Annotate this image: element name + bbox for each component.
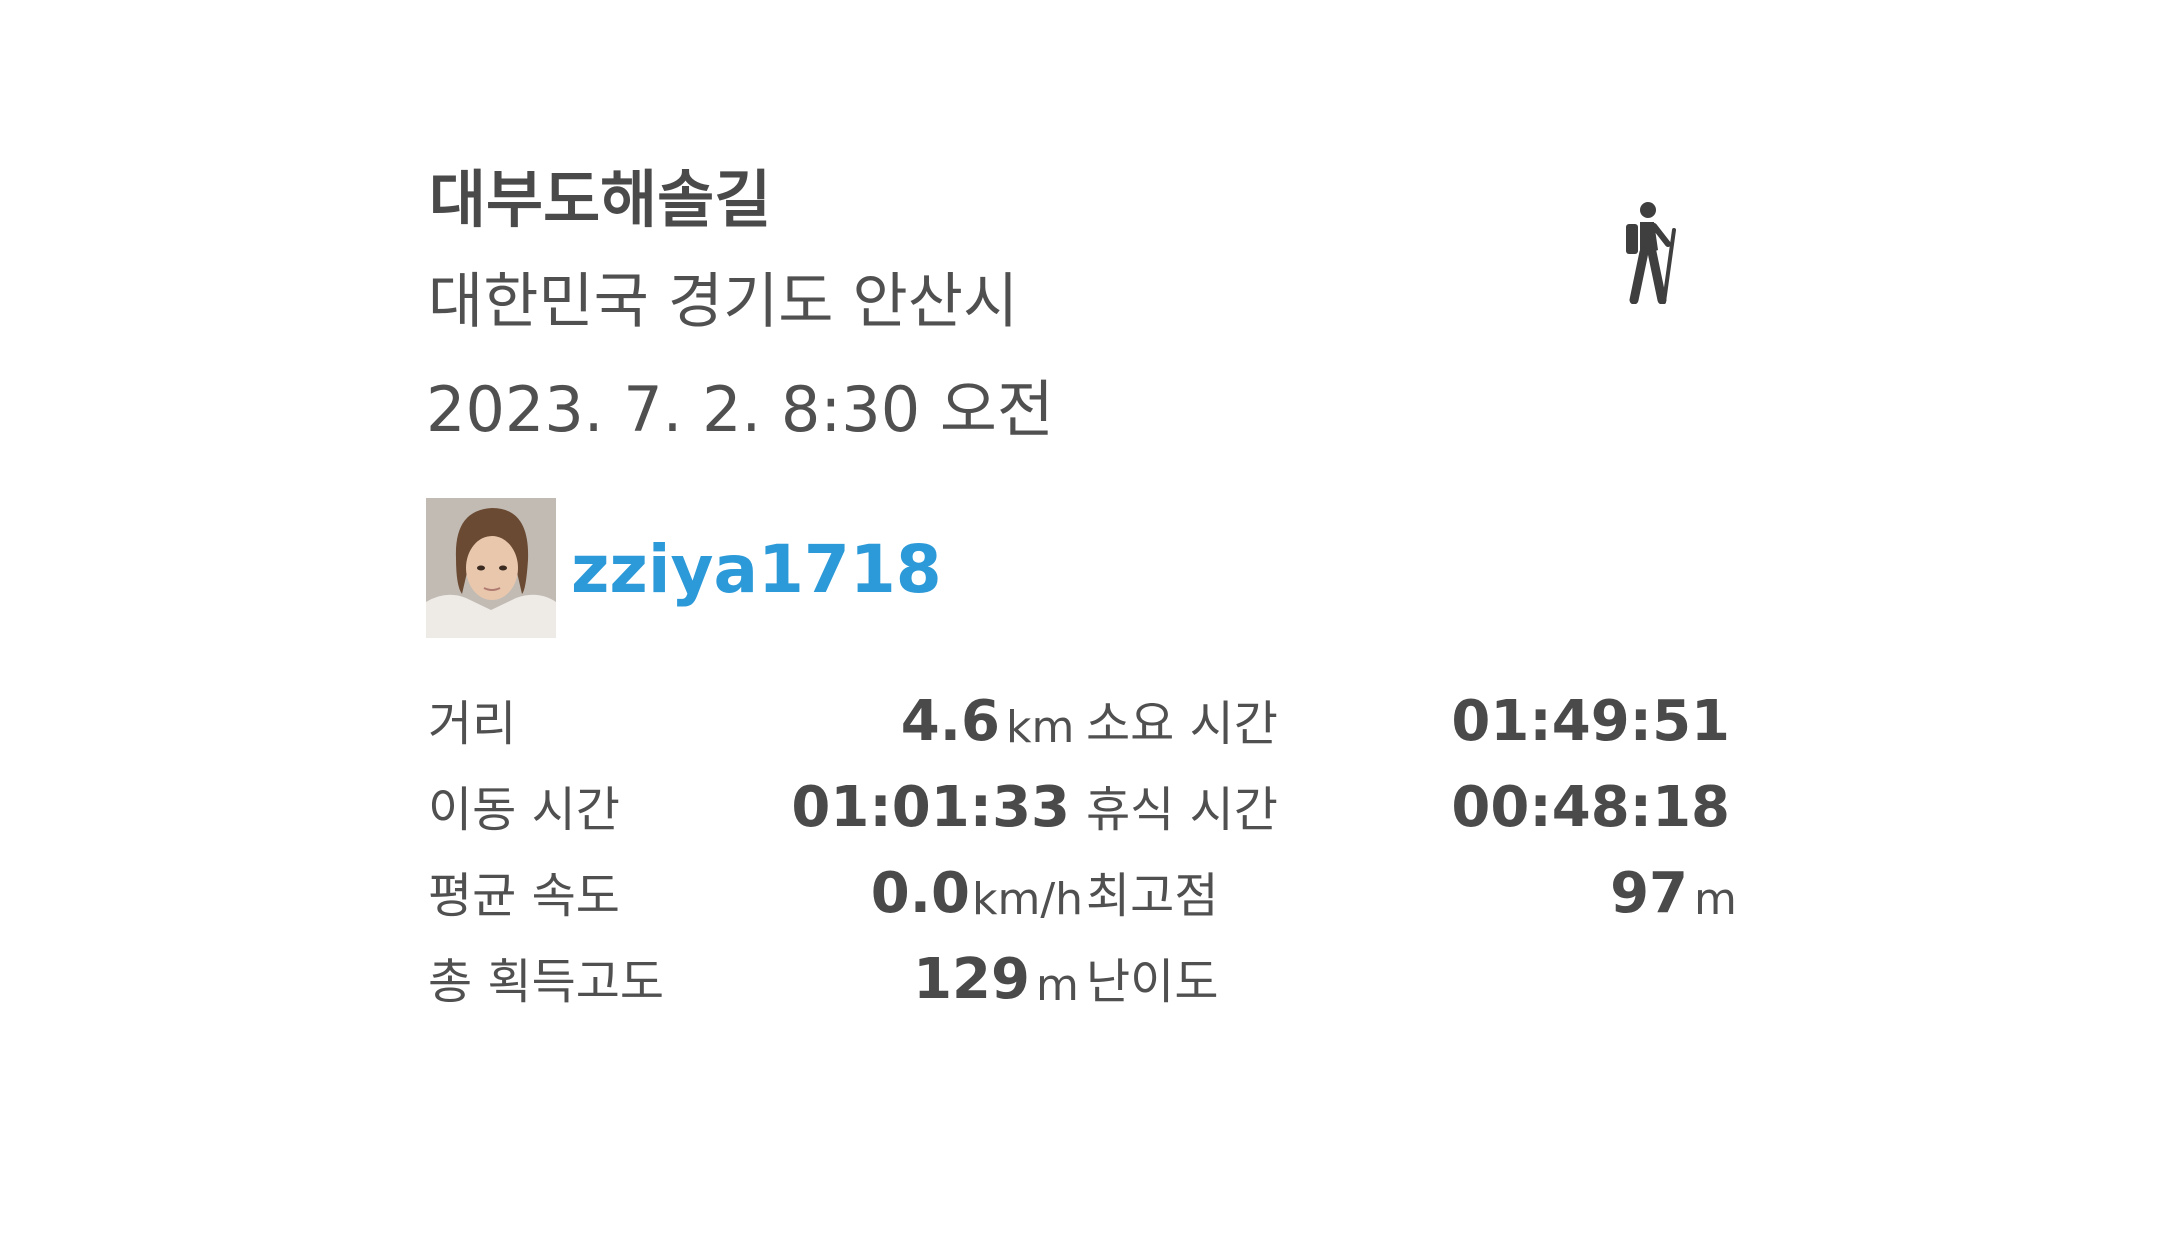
avatar[interactable] <box>426 498 556 638</box>
total-time-value: 01:49:51 <box>1451 689 1730 754</box>
username-link[interactable]: zziya1718 <box>571 530 942 610</box>
total-time-label: 소요 시간 <box>1086 696 1278 752</box>
distance-unit: km <box>1006 702 1075 753</box>
distance-label: 거리 <box>428 696 517 752</box>
total-ascent-label: 총 획득고도 <box>428 954 665 1010</box>
avg-speed-unit: km/h <box>972 874 1084 925</box>
total-ascent-unit: m <box>1036 960 1079 1011</box>
max-elevation-unit: m <box>1694 874 1737 925</box>
max-elevation-value: 97 <box>1610 861 1688 926</box>
moving-time-label: 이동 시간 <box>428 782 620 838</box>
profile-photo <box>426 498 556 638</box>
avg-speed-value: 0.0 <box>870 861 970 926</box>
distance-value: 4.6 <box>900 689 1000 754</box>
rest-time-value: 00:48:18 <box>1451 775 1730 840</box>
avg-speed-label: 평균 속도 <box>428 868 620 924</box>
hiking-icon <box>1626 202 1676 304</box>
max-elevation-label: 최고점 <box>1086 868 1219 924</box>
difficulty-label: 난이도 <box>1086 954 1219 1010</box>
rest-time-label: 휴식 시간 <box>1086 782 1278 838</box>
total-ascent-value: 129 <box>913 947 1030 1012</box>
track-title: 대부도해솔길 <box>429 163 772 236</box>
track-datetime: 2023. 7. 2. 8:30 오전 <box>426 373 1054 446</box>
moving-time-value: 01:01:33 <box>791 775 1070 840</box>
track-location: 대한민국 경기도 안산시 <box>428 267 1019 337</box>
